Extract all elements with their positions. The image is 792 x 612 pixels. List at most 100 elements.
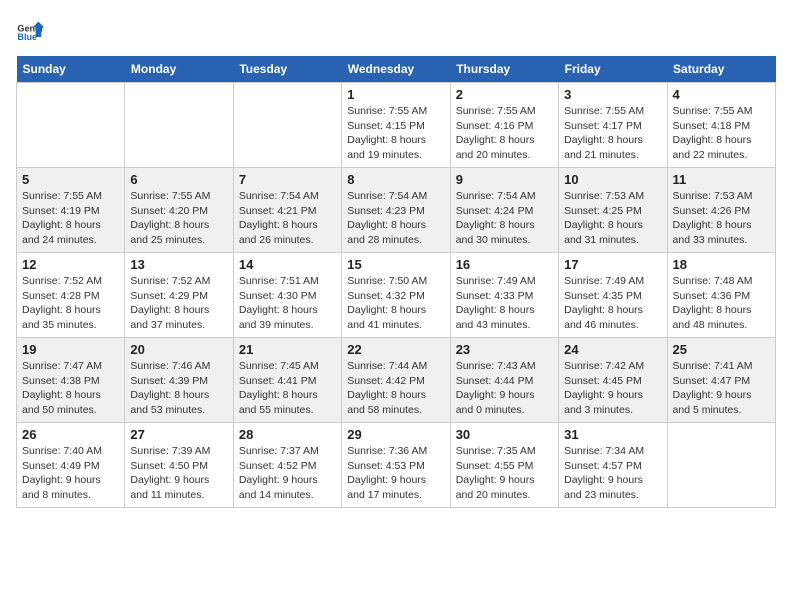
day-info: Sunrise: 7:36 AM Sunset: 4:53 PM Dayligh… [347, 444, 444, 503]
day-number: 16 [456, 257, 553, 272]
day-number: 5 [22, 172, 119, 187]
day-number: 30 [456, 427, 553, 442]
day-number: 25 [673, 342, 770, 357]
day-number: 21 [239, 342, 336, 357]
calendar-cell [233, 83, 341, 168]
day-number: 24 [564, 342, 661, 357]
day-number: 6 [130, 172, 227, 187]
day-info: Sunrise: 7:45 AM Sunset: 4:41 PM Dayligh… [239, 359, 336, 418]
day-info: Sunrise: 7:52 AM Sunset: 4:29 PM Dayligh… [130, 274, 227, 333]
day-info: Sunrise: 7:55 AM Sunset: 4:17 PM Dayligh… [564, 104, 661, 163]
calendar-cell: 18 Sunrise: 7:48 AM Sunset: 4:36 PM Dayli… [667, 253, 775, 338]
day-info: Sunrise: 7:54 AM Sunset: 4:23 PM Dayligh… [347, 189, 444, 248]
calendar-cell: 8 Sunrise: 7:54 AM Sunset: 4:23 PM Daylig… [342, 168, 450, 253]
day-info: Sunrise: 7:55 AM Sunset: 4:18 PM Dayligh… [673, 104, 770, 163]
weekday-tuesday: Tuesday [233, 56, 341, 83]
calendar-cell: 1Sunrise: 7:55 AM Sunset: 4:15 PM Daylig… [342, 83, 450, 168]
calendar-cell: 15Sunrise: 7:50 AM Sunset: 4:32 PM Dayli… [342, 253, 450, 338]
day-info: Sunrise: 7:55 AM Sunset: 4:20 PM Dayligh… [130, 189, 227, 248]
day-number: 10 [564, 172, 661, 187]
calendar-cell: 5Sunrise: 7:55 AM Sunset: 4:19 PM Daylig… [17, 168, 125, 253]
day-number: 4 [673, 87, 770, 102]
day-number: 8 [347, 172, 444, 187]
calendar-cell [667, 423, 775, 508]
calendar-cell [125, 83, 233, 168]
weekday-saturday: Saturday [667, 56, 775, 83]
calendar-cell: 12 Sunrise: 7:52 AM Sunset: 4:28 PM Dayli… [17, 253, 125, 338]
week-row-4: 19Sunrise: 7:47 AM Sunset: 4:38 PM Dayli… [17, 338, 776, 423]
calendar-cell [17, 83, 125, 168]
calendar-cell: 31 Sunrise: 7:34 AM Sunset: 4:57 PM Dayli… [559, 423, 667, 508]
weekday-wednesday: Wednesday [342, 56, 450, 83]
calendar-cell: 9 Sunrise: 7:54 AM Sunset: 4:24 PM Daylig… [450, 168, 558, 253]
day-info: Sunrise: 7:54 AM Sunset: 4:24 PM Dayligh… [456, 189, 553, 248]
day-number: 23 [456, 342, 553, 357]
weekday-monday: Monday [125, 56, 233, 83]
day-number: 11 [673, 172, 770, 187]
day-number: 7 [239, 172, 336, 187]
logo-icon: General Blue [16, 16, 44, 44]
calendar-cell: 16 Sunrise: 7:49 AM Sunset: 4:33 PM Dayli… [450, 253, 558, 338]
day-number: 2 [456, 87, 553, 102]
weekday-friday: Friday [559, 56, 667, 83]
svg-text:Blue: Blue [17, 32, 37, 42]
day-info: Sunrise: 7:52 AM Sunset: 4:28 PM Dayligh… [22, 274, 119, 333]
calendar-cell: 25 Sunrise: 7:41 AM Sunset: 4:47 PM Dayli… [667, 338, 775, 423]
calendar-cell: 4 Sunrise: 7:55 AM Sunset: 4:18 PM Daylig… [667, 83, 775, 168]
week-row-1: 1Sunrise: 7:55 AM Sunset: 4:15 PM Daylig… [17, 83, 776, 168]
calendar-cell: 6 Sunrise: 7:55 AM Sunset: 4:20 PM Daylig… [125, 168, 233, 253]
day-number: 9 [456, 172, 553, 187]
day-number: 12 [22, 257, 119, 272]
calendar-cell: 29 Sunrise: 7:36 AM Sunset: 4:53 PM Dayli… [342, 423, 450, 508]
day-number: 19 [22, 342, 119, 357]
day-number: 17 [564, 257, 661, 272]
day-number: 27 [130, 427, 227, 442]
calendar-cell: 10 Sunrise: 7:53 AM Sunset: 4:25 PM Dayli… [559, 168, 667, 253]
calendar-cell: 7Sunrise: 7:54 AM Sunset: 4:21 PM Daylig… [233, 168, 341, 253]
day-number: 3 [564, 87, 661, 102]
calendar-cell: 19Sunrise: 7:47 AM Sunset: 4:38 PM Dayli… [17, 338, 125, 423]
day-info: Sunrise: 7:43 AM Sunset: 4:44 PM Dayligh… [456, 359, 553, 418]
day-number: 22 [347, 342, 444, 357]
day-info: Sunrise: 7:51 AM Sunset: 4:30 PM Dayligh… [239, 274, 336, 333]
day-number: 13 [130, 257, 227, 272]
day-number: 31 [564, 427, 661, 442]
day-info: Sunrise: 7:39 AM Sunset: 4:50 PM Dayligh… [130, 444, 227, 503]
calendar-cell: 28Sunrise: 7:37 AM Sunset: 4:52 PM Dayli… [233, 423, 341, 508]
day-info: Sunrise: 7:42 AM Sunset: 4:45 PM Dayligh… [564, 359, 661, 418]
day-number: 26 [22, 427, 119, 442]
header: General Blue [16, 16, 776, 44]
calendar-cell: 2 Sunrise: 7:55 AM Sunset: 4:16 PM Daylig… [450, 83, 558, 168]
day-info: Sunrise: 7:41 AM Sunset: 4:47 PM Dayligh… [673, 359, 770, 418]
calendar-cell: 11Sunrise: 7:53 AM Sunset: 4:26 PM Dayli… [667, 168, 775, 253]
calendar-cell: 20 Sunrise: 7:46 AM Sunset: 4:39 PM Dayli… [125, 338, 233, 423]
weekday-header-row: SundayMondayTuesdayWednesdayThursdayFrid… [17, 56, 776, 83]
calendar-cell: 14 Sunrise: 7:51 AM Sunset: 4:30 PM Dayli… [233, 253, 341, 338]
logo: General Blue [16, 16, 44, 44]
day-info: Sunrise: 7:40 AM Sunset: 4:49 PM Dayligh… [22, 444, 119, 503]
calendar-cell: 3 Sunrise: 7:55 AM Sunset: 4:17 PM Daylig… [559, 83, 667, 168]
day-number: 15 [347, 257, 444, 272]
calendar-cell: 17 Sunrise: 7:49 AM Sunset: 4:35 PM Dayli… [559, 253, 667, 338]
week-row-2: 5Sunrise: 7:55 AM Sunset: 4:19 PM Daylig… [17, 168, 776, 253]
calendar-cell: 23 Sunrise: 7:43 AM Sunset: 4:44 PM Dayli… [450, 338, 558, 423]
calendar-cell: 30Sunrise: 7:35 AM Sunset: 4:55 PM Dayli… [450, 423, 558, 508]
day-number: 18 [673, 257, 770, 272]
day-info: Sunrise: 7:44 AM Sunset: 4:42 PM Dayligh… [347, 359, 444, 418]
day-info: Sunrise: 7:55 AM Sunset: 4:16 PM Dayligh… [456, 104, 553, 163]
calendar: SundayMondayTuesdayWednesdayThursdayFrid… [16, 56, 776, 508]
day-info: Sunrise: 7:34 AM Sunset: 4:57 PM Dayligh… [564, 444, 661, 503]
day-info: Sunrise: 7:55 AM Sunset: 4:15 PM Dayligh… [347, 104, 444, 163]
day-info: Sunrise: 7:53 AM Sunset: 4:25 PM Dayligh… [564, 189, 661, 248]
day-info: Sunrise: 7:48 AM Sunset: 4:36 PM Dayligh… [673, 274, 770, 333]
calendar-cell: 21 Sunrise: 7:45 AM Sunset: 4:41 PM Dayli… [233, 338, 341, 423]
day-number: 14 [239, 257, 336, 272]
day-info: Sunrise: 7:46 AM Sunset: 4:39 PM Dayligh… [130, 359, 227, 418]
week-row-3: 12 Sunrise: 7:52 AM Sunset: 4:28 PM Dayli… [17, 253, 776, 338]
day-number: 20 [130, 342, 227, 357]
day-info: Sunrise: 7:49 AM Sunset: 4:33 PM Dayligh… [456, 274, 553, 333]
day-number: 28 [239, 427, 336, 442]
weekday-sunday: Sunday [17, 56, 125, 83]
day-info: Sunrise: 7:49 AM Sunset: 4:35 PM Dayligh… [564, 274, 661, 333]
day-number: 29 [347, 427, 444, 442]
